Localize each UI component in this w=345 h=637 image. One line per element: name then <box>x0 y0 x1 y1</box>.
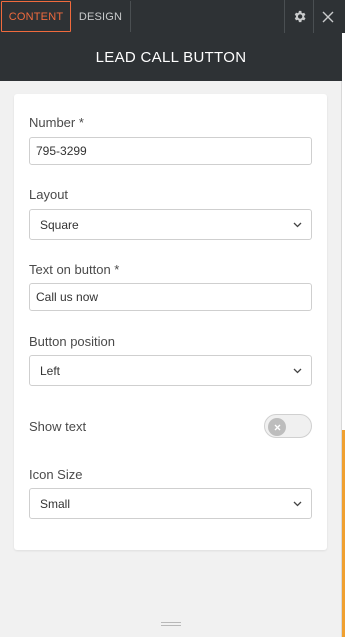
number-label: Number * <box>29 115 84 130</box>
button-position-label: Button position <box>29 334 116 349</box>
tab-content[interactable]: CONTENT <box>1 1 71 32</box>
panel-toolbar: CONTENT DESIGN <box>0 0 342 33</box>
page-title: LEAD CALL BUTTON <box>0 33 342 81</box>
layout-select[interactable]: Square <box>29 209 312 240</box>
text-on-button-label: Text on button * <box>29 262 120 277</box>
close-icon <box>274 424 280 430</box>
layout-select-value: Square <box>40 217 79 232</box>
layout-label: Layout <box>29 187 69 202</box>
widget-settings-panel: CONTENT DESIGN LEAD CALL BUTTON Number *… <box>0 0 342 637</box>
close-button[interactable] <box>314 0 342 33</box>
button-position-select[interactable]: Left <box>29 355 312 386</box>
gear-icon <box>294 10 305 23</box>
toolbar-spacer <box>131 0 285 33</box>
settings-button[interactable] <box>285 0 314 33</box>
show-text-label: Show text <box>29 419 87 434</box>
icon-size-label: Icon Size <box>29 467 83 482</box>
toggle-knob <box>268 418 286 436</box>
close-icon <box>322 11 334 22</box>
text-on-button-input[interactable] <box>29 283 312 311</box>
icon-size-select[interactable]: Small <box>29 488 312 519</box>
number-input[interactable] <box>29 137 312 165</box>
chevron-down-icon <box>293 368 302 374</box>
button-position-value: Left <box>40 363 61 378</box>
icon-size-value: Small <box>40 496 71 511</box>
chevron-down-icon <box>293 222 302 228</box>
resize-handle[interactable] <box>161 622 181 628</box>
chevron-down-icon <box>293 501 302 507</box>
tab-design[interactable]: DESIGN <box>71 1 131 32</box>
show-text-toggle[interactable] <box>264 414 312 438</box>
settings-card: Number * Layout Square Text on button * … <box>14 94 327 550</box>
